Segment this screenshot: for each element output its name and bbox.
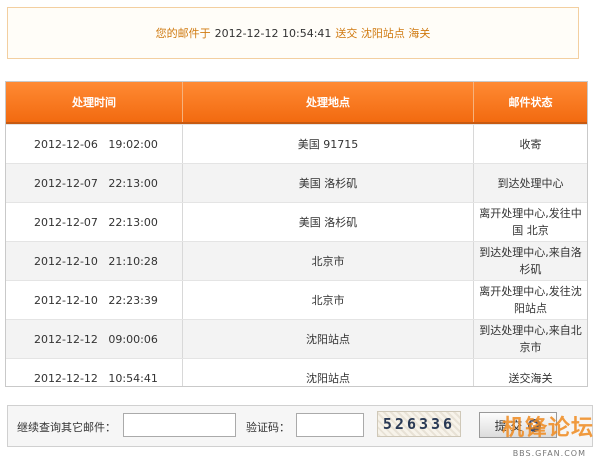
- table-row: 2012-12-10 21:10:28 北京市 到达处理中心,来自洛杉矶: [6, 241, 587, 280]
- cell-location: 沈阳站点: [182, 320, 473, 358]
- captcha-label: 验证码：: [246, 421, 290, 434]
- tracking-table: 处理时间 处理地点 邮件状态 2012-12-06 19:02:00 美国 91…: [5, 81, 588, 387]
- cell-time: 2012-12-07 22:13:00: [34, 215, 158, 229]
- cell-status: 送交海关: [473, 359, 587, 386]
- table-row: 2012-12-12 10:54:41 沈阳站点 送交海关: [6, 358, 587, 386]
- notice-prefix: 您的邮件于: [155, 27, 211, 40]
- notice-datetime: 2012-12-12 10:54:41: [214, 26, 332, 40]
- table-row: 2012-12-06 19:02:00 美国 91715 收寄: [6, 124, 587, 163]
- table-row: 2012-12-10 22:23:39 北京市 离开处理中心,发往沈阳站点: [6, 280, 587, 319]
- cell-location: 北京市: [182, 242, 473, 280]
- watermark-url: BBS.GFAN.COM: [512, 449, 586, 458]
- cell-time: 2012-12-06 19:02:00: [34, 137, 158, 151]
- header-status: 邮件状态: [473, 82, 587, 122]
- table-header: 处理时间 处理地点 邮件状态: [6, 82, 587, 124]
- cell-location: 沈阳站点: [182, 359, 473, 386]
- query-form: 继续查询其它邮件： 验证码： 526336 提 交 ▶: [7, 405, 593, 447]
- table-row: 2012-12-07 22:13:00 美国 洛杉矶 离开处理中心,发往中国 北…: [6, 202, 587, 241]
- cell-location: 北京市: [182, 281, 473, 319]
- continue-query-label: 继续查询其它邮件：: [17, 421, 116, 434]
- cell-status: 到达处理中心: [473, 164, 587, 202]
- cell-status: 到达处理中心,来自洛杉矶: [473, 242, 587, 280]
- cell-status: 收寄: [473, 125, 587, 163]
- captcha-input[interactable]: [296, 413, 364, 437]
- cell-time: 2012-12-12 09:00:06: [34, 332, 158, 346]
- table-row: 2012-12-07 22:13:00 美国 洛杉矶 到达处理中心: [6, 163, 587, 202]
- cell-status: 离开处理中心,发往沈阳站点: [473, 281, 587, 319]
- captcha-image[interactable]: 526336: [377, 411, 461, 437]
- cell-time: 2012-12-07 22:13:00: [34, 176, 158, 190]
- cell-location: 美国 洛杉矶: [182, 203, 473, 241]
- cell-status: 到达处理中心,来自北京市: [473, 320, 587, 358]
- notice-status: 送交 沈阳站点 海关: [335, 27, 431, 40]
- cell-status: 离开处理中心,发往中国 北京: [473, 203, 587, 241]
- submit-arrow-icon: ▶: [528, 418, 542, 432]
- header-time: 处理时间: [72, 96, 116, 109]
- cell-location: 美国 91715: [182, 125, 473, 163]
- cell-location: 美国 洛杉矶: [182, 164, 473, 202]
- table-row: 2012-12-12 09:00:06 沈阳站点 到达处理中心,来自北京市: [6, 319, 587, 358]
- cell-time: 2012-12-12 10:54:41: [34, 371, 158, 385]
- submit-label: 提 交: [494, 418, 523, 433]
- mail-number-input[interactable]: [123, 413, 236, 437]
- header-location: 处理地点: [182, 82, 473, 122]
- submit-button[interactable]: 提 交 ▶: [479, 412, 557, 438]
- cell-time: 2012-12-10 21:10:28: [34, 254, 158, 268]
- cell-time: 2012-12-10 22:23:39: [34, 293, 158, 307]
- mail-status-notice: 您的邮件于 2012-12-12 10:54:41 送交 沈阳站点 海关: [7, 7, 579, 59]
